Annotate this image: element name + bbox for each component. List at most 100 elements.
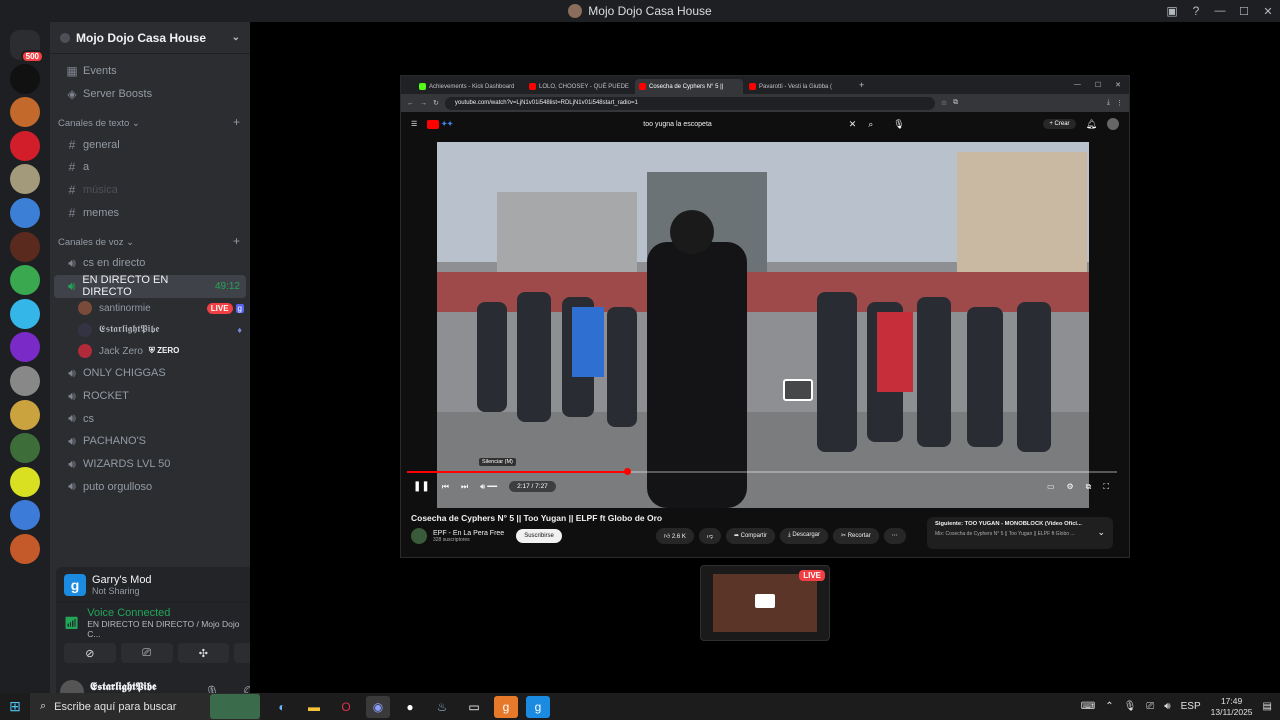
terminal-icon[interactable]: ▭	[462, 696, 486, 718]
stream-preview-thumbnail[interactable]: LIVE	[700, 565, 830, 641]
menu-icon[interactable]: ⋮	[1116, 99, 1123, 107]
minimize-icon[interactable]: —	[1074, 81, 1081, 89]
camera-off-button[interactable]: ⊘	[64, 643, 116, 663]
server-icon-guild-4[interactable]	[10, 164, 40, 195]
chevron-down-icon[interactable]: ⌄	[1097, 527, 1105, 538]
gmod-icon[interactable]: g	[494, 695, 518, 718]
next-icon[interactable]: ⏭	[461, 482, 468, 492]
add-channel-icon[interactable]: +	[233, 115, 240, 129]
create-button[interactable]: + Crear	[1043, 119, 1076, 129]
channel-musica[interactable]: # música	[54, 179, 246, 202]
sidebar-item-server-boosts[interactable]: ◈ Server Boosts	[54, 83, 246, 106]
server-icon-guild-5[interactable]	[10, 197, 40, 228]
dislike-button[interactable]: 👎︎	[698, 528, 721, 544]
browser-tab[interactable]: Pavarotti - Vesti la Giubba (	[745, 79, 853, 94]
voice-category[interactable]: Canales de voz ⌄ +	[50, 230, 250, 252]
channel-name[interactable]: EPF - En La Pera Free	[433, 530, 504, 537]
download-button[interactable]: ⤓ Descargar	[779, 528, 828, 544]
bell-icon[interactable]: 🔔︎	[1086, 119, 1097, 130]
previous-icon[interactable]: ⏮	[442, 482, 449, 492]
close-button[interactable]: ✕	[1256, 0, 1280, 22]
chevron-up-icon[interactable]: ⌃	[1105, 701, 1113, 712]
youtube-logo[interactable]: ✦✦	[427, 119, 473, 129]
server-icon-guild-8[interactable]	[10, 298, 40, 329]
maximize-icon[interactable]: ☐	[1095, 81, 1101, 89]
video-player[interactable]	[437, 142, 1089, 508]
server-icon-guild-wild-frontier[interactable]	[10, 231, 40, 262]
server-icon-guild-9[interactable]	[10, 332, 40, 363]
discord-icon[interactable]: ◉	[366, 695, 390, 718]
volume-icon[interactable]: 🔊︎ ━━	[480, 482, 497, 492]
clear-icon[interactable]: ✕	[849, 119, 857, 130]
voice-user[interactable]: santinormie LIVE g	[50, 298, 250, 320]
progress-bar[interactable]	[407, 468, 1117, 475]
file-explorer-icon[interactable]: ▬	[302, 696, 326, 718]
activities-button[interactable]: ✣	[177, 643, 230, 663]
share-button[interactable]: ➦ Compartir	[725, 528, 775, 544]
minimize-button[interactable]: —	[1208, 0, 1232, 22]
language-indicator[interactable]: ESP	[1181, 701, 1201, 712]
address-bar[interactable]: youtube.com/watch?v=LjN1v01i548list=RDLj…	[444, 96, 935, 110]
hamburger-icon[interactable]: ☰	[411, 120, 417, 128]
subscribe-button[interactable]: Suscribirse	[516, 529, 562, 543]
voice-channel[interactable]: 🔊︎ puto orgulloso	[54, 475, 246, 498]
voice-channel[interactable]: 🔊︎ ROCKET	[54, 385, 246, 408]
network-icon[interactable]: ⎚	[1146, 701, 1154, 712]
maximize-button[interactable]: ☐	[1232, 0, 1256, 22]
download-icon[interactable]: ⤓	[1107, 99, 1110, 107]
search-icon[interactable]: ⌕	[868, 119, 873, 130]
gmod-launcher-icon[interactable]: g	[526, 695, 550, 718]
text-category[interactable]: Canales de texto ⌄ +	[50, 111, 250, 133]
server-icon-guild-11[interactable]	[10, 399, 40, 430]
miniplayer-icon[interactable]: ⧉	[1086, 482, 1092, 492]
channel-general[interactable]: # general	[54, 133, 246, 156]
windows-start-icon[interactable]: ⊞	[0, 693, 30, 720]
server-icon-guild-7[interactable]	[10, 265, 40, 296]
like-button[interactable]: 👍︎ 2.6 K	[655, 528, 694, 544]
voice-channel[interactable]: 🔊︎ WIZARDS LVL 50	[54, 453, 246, 476]
browser-tab[interactable]: Achievements - Kick Dashboard	[415, 79, 523, 94]
volume-icon[interactable]: 🔊︎	[1164, 701, 1170, 712]
server-icon-guild-kick[interactable]	[10, 130, 40, 161]
inbox-icon[interactable]: ▣	[1160, 0, 1184, 22]
stream-view[interactable]: Achievements - Kick Dashboard LOLO, CHOO…	[250, 22, 1280, 693]
browser-tab-active[interactable]: Cosecha de Cyphers N° 5 ||	[635, 79, 743, 94]
keyboard-icon[interactable]: ⌨	[1081, 701, 1095, 712]
star-icon[interactable]: ☆	[941, 99, 947, 107]
voice-channel[interactable]: 🔊︎ cs	[54, 407, 246, 430]
server-icon-guild-2[interactable]	[10, 97, 40, 128]
channel-avatar[interactable]	[411, 528, 427, 544]
scrubber-handle[interactable]	[624, 468, 632, 475]
add-channel-icon[interactable]: +	[233, 234, 240, 248]
browser-tab[interactable]: LOLO, CHOOSEY - QUÉ PUEDE	[525, 79, 633, 94]
sidebar-item-events[interactable]: ▦ Events	[54, 60, 246, 83]
extensions-icon[interactable]: ⧉	[953, 99, 958, 107]
voice-channel-en-directo[interactable]: 🔊︎ EN DIRECTO EN DIRECTO 49:12	[54, 274, 246, 298]
voice-channel[interactable]: 🔊︎ PACHANO'S	[54, 430, 246, 453]
voice-user[interactable]: 𝕰𝖘𝖙𝖆𝖗𝖑𝖎𝖌𝖍𝖙𝕻𝖎𝖇𝖊 ♦	[50, 319, 250, 341]
voice-user[interactable]: Jack Zero ⛨ ZERO	[50, 341, 250, 363]
youtube-search-input[interactable]: too yugna la escopeta ✕ ⌕	[633, 116, 883, 132]
settings-icon[interactable]: ⚙	[1067, 482, 1074, 492]
channel-memes[interactable]: # memes	[54, 201, 246, 224]
up-next-card[interactable]: Siguiente: TOO YUGAN - MONOBLOCK (Video …	[927, 517, 1113, 549]
clock[interactable]: 17:49 13/11/2025	[1211, 696, 1253, 718]
opera-icon[interactable]: O	[334, 696, 358, 718]
voice-channel-path[interactable]: EN DIRECTO EN DIRECTO / Mojo Dojo C...	[87, 619, 254, 639]
microphone-icon[interactable]: 🎙︎	[893, 119, 904, 130]
reload-icon[interactable]: ↻	[433, 99, 439, 107]
screen-share-button[interactable]: ⎚	[120, 643, 173, 663]
taskbar-search[interactable]: ⌕ Escribe aquí para buscar	[30, 693, 260, 720]
back-icon[interactable]: ←	[407, 100, 414, 107]
channel-a[interactable]: # a	[54, 156, 246, 179]
fullscreen-icon[interactable]: ⛶	[1103, 482, 1109, 492]
server-icon-guild-12[interactable]	[10, 433, 40, 464]
new-tab-icon[interactable]: +	[859, 80, 864, 90]
username[interactable]: 𝕰𝖘𝖙𝖆𝖗𝖑𝖎𝖌𝖍𝖙𝕻𝖎𝖇𝖊	[90, 681, 156, 694]
forward-icon[interactable]: →	[420, 100, 427, 107]
microphone-icon[interactable]: 🎙︎	[1124, 701, 1137, 712]
notifications-icon[interactable]: ▤	[1263, 701, 1272, 712]
copilot-icon[interactable]: ◐	[270, 696, 294, 718]
avatar[interactable]	[1107, 118, 1119, 130]
server-icon-guild-15[interactable]	[10, 533, 40, 564]
